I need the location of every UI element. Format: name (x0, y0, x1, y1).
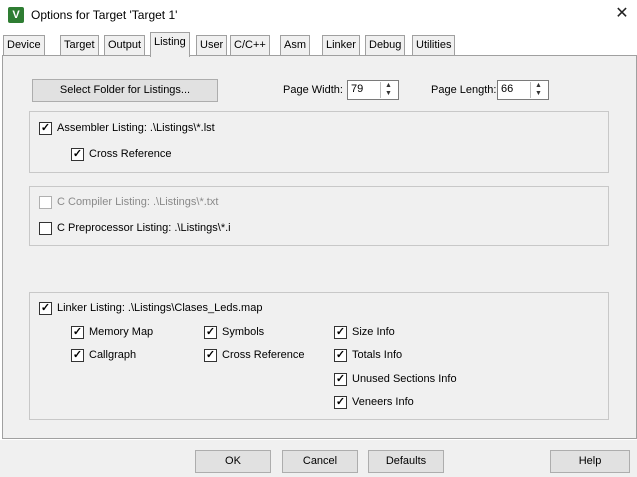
size-info-checkbox[interactable]: ✓ Size Info (334, 326, 395, 340)
window-title: Options for Target 'Target 1' (31, 8, 178, 22)
asm-cross-reference-label: Cross Reference (89, 148, 172, 160)
assembler-group (29, 111, 609, 173)
checkbox-unchecked-icon (39, 222, 52, 235)
tab-device[interactable]: Device (3, 35, 45, 56)
listing-panel: Select Folder for Listings... Page Width… (2, 55, 637, 439)
tab-utilities[interactable]: Utilities (412, 35, 456, 56)
app-icon: V (8, 7, 24, 23)
checkbox-unchecked-icon (39, 196, 52, 209)
totals-info-checkbox[interactable]: ✓ Totals Info (334, 349, 402, 363)
c-preprocessor-listing-checkbox[interactable]: C Preprocessor Listing: .\Listings\*.i (39, 222, 231, 236)
page-width-label: Page Width: (283, 84, 343, 96)
unused-sections-info-checkbox[interactable]: ✓ Unused Sections Info (334, 373, 457, 387)
tab-asm[interactable]: Asm (280, 35, 310, 56)
memory-map-label: Memory Map (89, 326, 154, 338)
linker-listing-label: Linker Listing: .\Listings\Clases_Leds.m… (57, 302, 263, 314)
checkbox-checked-icon: ✓ (71, 148, 84, 161)
tab-debug[interactable]: Debug (365, 35, 406, 56)
unused-sections-info-label: Unused Sections Info (352, 373, 457, 385)
page-width-value: 79 (351, 83, 364, 95)
callgraph-label: Callgraph (89, 349, 137, 361)
symbols-checkbox[interactable]: ✓ Symbols (204, 326, 264, 340)
callgraph-checkbox[interactable]: ✓ Callgraph (71, 349, 136, 363)
tab-user[interactable]: User (196, 35, 228, 56)
symbols-label: Symbols (222, 326, 265, 338)
checkbox-checked-icon: ✓ (334, 326, 347, 339)
page-width-spinner[interactable]: 79 ▲ ▼ (347, 80, 399, 100)
ok-button[interactable]: OK (195, 450, 271, 473)
veneers-info-label: Veneers Info (352, 396, 414, 408)
page-length-label: Page Length: (431, 84, 497, 96)
memory-map-checkbox[interactable]: ✓ Memory Map (71, 326, 153, 340)
tab-c-cpp[interactable]: C/C++ (230, 35, 270, 56)
page-length-value: 66 (501, 83, 514, 95)
help-button[interactable]: Help (550, 450, 630, 473)
veneers-info-checkbox[interactable]: ✓ Veneers Info (334, 396, 414, 410)
tab-linker[interactable]: Linker (322, 35, 360, 56)
tab-strip: Device Target Output Listing User C/C++ … (0, 32, 637, 57)
tab-target[interactable]: Target (60, 35, 99, 56)
c-compiler-listing-label: C Compiler Listing: .\Listings\*.txt (57, 196, 219, 208)
cancel-button[interactable]: Cancel (282, 450, 358, 473)
tab-listing[interactable]: Listing (150, 32, 190, 57)
select-folder-button[interactable]: Select Folder for Listings... (32, 79, 218, 102)
tab-output[interactable]: Output (104, 35, 146, 56)
spin-arrows-icon[interactable]: ▲ ▼ (380, 82, 396, 98)
assembler-listing-label: Assembler Listing: .\Listings\*.lst (57, 122, 215, 134)
totals-info-label: Totals Info (352, 349, 403, 361)
spin-arrows-icon[interactable]: ▲ ▼ (530, 82, 546, 98)
checkbox-checked-icon: ✓ (204, 349, 217, 362)
c-compiler-listing-checkbox: C Compiler Listing: .\Listings\*.txt (39, 196, 218, 210)
close-icon[interactable]: ✕ (612, 4, 632, 24)
checkbox-checked-icon: ✓ (71, 349, 84, 362)
linker-cross-reference-label: Cross Reference (222, 349, 305, 361)
linker-listing-checkbox[interactable]: ✓ Linker Listing: .\Listings\Clases_Leds.… (39, 302, 262, 316)
checkbox-checked-icon: ✓ (39, 302, 52, 315)
checkbox-checked-icon: ✓ (39, 122, 52, 135)
checkbox-checked-icon: ✓ (334, 349, 347, 362)
page-length-spinner[interactable]: 66 ▲ ▼ (497, 80, 549, 100)
dialog-footer: OK Cancel Defaults Help (0, 440, 637, 477)
linker-cross-reference-checkbox[interactable]: ✓ Cross Reference (204, 349, 305, 363)
defaults-button[interactable]: Defaults (368, 450, 444, 473)
assembler-listing-checkbox[interactable]: ✓ Assembler Listing: .\Listings\*.lst (39, 122, 215, 136)
title-bar: V Options for Target 'Target 1' ✕ (0, 0, 637, 30)
checkbox-checked-icon: ✓ (334, 396, 347, 409)
checkbox-checked-icon: ✓ (71, 326, 84, 339)
c-preprocessor-listing-label: C Preprocessor Listing: .\Listings\*.i (57, 222, 231, 234)
size-info-label: Size Info (352, 326, 395, 338)
checkbox-checked-icon: ✓ (334, 373, 347, 386)
compiler-group (29, 186, 609, 246)
checkbox-checked-icon: ✓ (204, 326, 217, 339)
asm-cross-reference-checkbox[interactable]: ✓ Cross Reference (71, 148, 172, 162)
